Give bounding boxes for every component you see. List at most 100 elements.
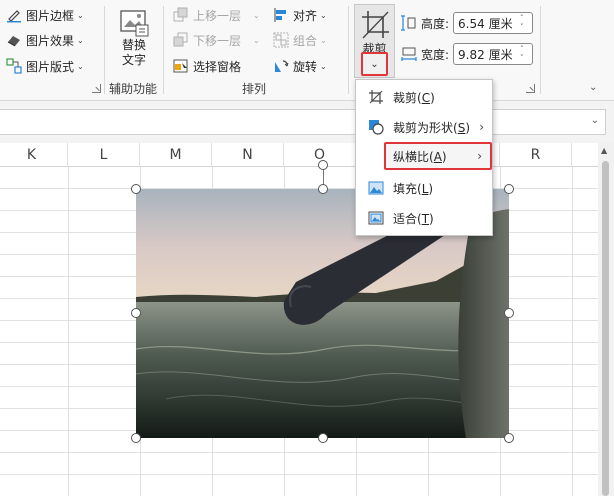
scrollbar-thumb[interactable]	[602, 161, 609, 496]
expand-formula-bar-icon[interactable]: ⌄	[591, 115, 599, 126]
arrange-group-label: 排列	[242, 82, 267, 96]
group-objects-label: 组合	[293, 33, 318, 48]
picture-effects-button[interactable]: 图片效果 ⌄	[6, 29, 84, 51]
send-backward-icon	[173, 32, 189, 48]
chevron-down-icon: ⌄	[77, 35, 84, 45]
menu-item-fit[interactable]: 适合(T)	[356, 204, 492, 232]
bring-forward-button[interactable]: 上移一层 ⌄	[173, 4, 260, 26]
rotation-handle[interactable]	[318, 160, 328, 170]
spin-up-icon[interactable]: ˄	[520, 14, 529, 23]
formula-bar[interactable]: ⌄	[0, 109, 606, 135]
alt-text-button[interactable]: 替换 文字	[112, 8, 156, 74]
width-label: 宽度:	[421, 47, 450, 62]
bring-forward-label: 上移一层	[193, 8, 242, 23]
align-icon	[273, 7, 289, 23]
spin-down-icon[interactable]: ˅	[520, 23, 529, 32]
chevron-down-icon: ⌄	[320, 61, 327, 71]
menu-item-label: 纵横比(A)	[393, 149, 447, 164]
send-backward-label: 下移一层	[193, 33, 242, 48]
alt-text-label-line2: 文字	[121, 53, 146, 67]
alt-text-label-line1: 替换	[121, 38, 146, 52]
alt-text-icon	[118, 8, 150, 38]
submenu-arrow-icon: ›	[479, 120, 484, 134]
picture-effects-label: 图片效果	[26, 33, 75, 48]
height-field[interactable]: 6.54 厘米 ˄ ˅	[453, 12, 534, 34]
crop-icon	[359, 8, 391, 42]
vertical-scrollbar[interactable]: ▲	[598, 143, 614, 496]
menu-item-label: 裁剪(C)	[393, 90, 435, 105]
rotate-button[interactable]: 旋转 ⌄	[273, 55, 327, 77]
resize-handle-bottom-right[interactable]	[504, 433, 514, 443]
column-header: K L M N O P Q R	[0, 143, 598, 167]
column-header-m[interactable]: M	[140, 143, 212, 167]
menu-item-crop[interactable]: 裁剪(C)	[356, 83, 492, 111]
crop-to-shape-icon	[368, 119, 384, 135]
width-row: 宽度: 9.82 厘米 ˄ ˅	[401, 42, 534, 66]
resize-handle-bottom-left[interactable]	[131, 433, 141, 443]
height-row: 高度: 6.54 厘米 ˄ ˅	[401, 11, 534, 35]
spin-up-icon[interactable]: ˄	[520, 45, 529, 54]
picture-layout-icon	[6, 58, 22, 74]
rotate-icon	[273, 58, 289, 74]
resize-handle-left[interactable]	[131, 308, 141, 318]
chevron-down-icon: ⌄	[77, 10, 84, 20]
selection-pane-icon	[173, 58, 189, 74]
picture-border-label: 图片边框	[26, 8, 75, 23]
picture-layout-button[interactable]: 图片版式 ⌄	[6, 55, 84, 77]
fit-icon	[368, 210, 384, 226]
menu-item-aspect-ratio[interactable]: 纵横比(A) ›	[384, 142, 492, 170]
resize-handle-top[interactable]	[318, 184, 328, 194]
menu-item-fill[interactable]: 填充(L)	[356, 174, 492, 202]
menu-item-label: 适合(T)	[393, 211, 434, 226]
crop-dropdown-menu: 裁剪(C) 裁剪为形状(S) › 纵横比(A) › 填充(L) 适合(T)	[355, 79, 493, 236]
picture-border-icon	[6, 7, 22, 23]
width-field[interactable]: 9.82 厘米 ˄ ˅	[453, 43, 534, 65]
height-value: 6.54 厘米	[458, 16, 513, 31]
picture-effects-icon	[6, 32, 22, 48]
width-spinner[interactable]: ˄ ˅	[520, 45, 529, 63]
resize-handle-bottom[interactable]	[318, 433, 328, 443]
formula-area: ⌄	[0, 101, 614, 143]
size-launcher[interactable]	[526, 84, 535, 93]
rotate-label: 旋转	[293, 59, 318, 74]
crop-dropdown-button[interactable]: ⌄	[361, 52, 388, 76]
scroll-up-icon[interactable]: ▲	[601, 146, 607, 155]
chevron-down-icon: ⌄	[253, 35, 260, 45]
column-header-r[interactable]: R	[500, 143, 572, 167]
spin-down-icon[interactable]: ˅	[520, 54, 529, 63]
crop-icon	[368, 89, 384, 105]
chevron-down-icon: ⌄	[320, 10, 327, 20]
align-button[interactable]: 对齐 ⌄	[273, 4, 327, 26]
height-spinner[interactable]: ˄ ˅	[520, 14, 529, 32]
column-header-l[interactable]: L	[68, 143, 140, 167]
group-separator	[540, 6, 541, 94]
collapse-ribbon-icon[interactable]: ⌄	[589, 82, 597, 93]
selection-pane-label: 选择窗格	[193, 59, 242, 74]
resize-handle-top-left[interactable]	[131, 184, 141, 194]
menu-item-crop-to-shape[interactable]: 裁剪为形状(S) ›	[356, 113, 492, 141]
height-icon	[401, 15, 417, 31]
picture-border-button[interactable]: 图片边框 ⌄	[6, 4, 84, 26]
column-header-n[interactable]: N	[212, 143, 284, 167]
height-label: 高度:	[421, 16, 450, 31]
send-backward-button[interactable]: 下移一层 ⌄	[173, 29, 260, 51]
menu-item-label: 填充(L)	[393, 181, 434, 196]
column-header-k[interactable]: K	[0, 143, 68, 167]
selection-pane-button[interactable]: 选择窗格	[173, 55, 241, 77]
resize-handle-right[interactable]	[504, 308, 514, 318]
width-value: 9.82 厘米	[458, 47, 513, 62]
chevron-down-icon: ⌄	[370, 58, 379, 70]
picture-layout-label: 图片版式	[26, 59, 75, 74]
submenu-arrow-icon: ›	[477, 149, 482, 163]
accessibility-group-label: 辅助功能	[109, 82, 158, 96]
picture-styles-launcher[interactable]	[92, 84, 101, 93]
bring-forward-icon	[173, 7, 189, 23]
group-separator	[163, 6, 164, 94]
resize-handle-top-right[interactable]	[504, 184, 514, 194]
ribbon: 图片边框 ⌄ 图片效果 ⌄ 图片版式 ⌄ 替换 文字 辅助功能 上移一层 ⌄ 下…	[0, 0, 614, 101]
chevron-down-icon: ⌄	[77, 61, 84, 71]
group-separator	[104, 6, 105, 94]
group-objects-icon	[273, 32, 289, 48]
group-objects-button[interactable]: 组合 ⌄	[273, 29, 327, 51]
width-icon	[401, 46, 417, 62]
